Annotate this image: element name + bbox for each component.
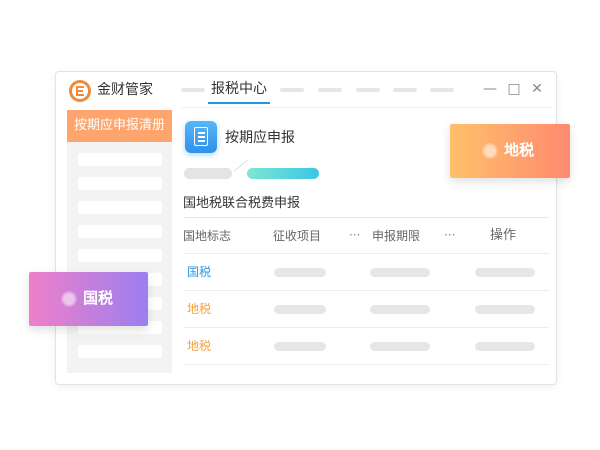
- column-header-item: 征收项目: [273, 229, 322, 243]
- table-title: 国地税联合税费申报: [183, 196, 301, 211]
- close-icon[interactable]: ✕: [528, 80, 546, 98]
- table-title-divider: [183, 217, 549, 218]
- row-tag: 国税: [187, 265, 212, 279]
- row-tag: 地税: [187, 339, 212, 353]
- app-logo-icon: [69, 80, 91, 102]
- sidebar: 按期应申报清册: [67, 110, 172, 373]
- local-tax-badge: 地税: [450, 124, 570, 178]
- section-title: 按期应申报: [225, 130, 295, 146]
- sidebar-item[interactable]: [78, 345, 162, 358]
- dot-icon: [63, 293, 75, 305]
- row-tag: 地税: [187, 302, 212, 316]
- column-header-more: ···: [349, 228, 361, 242]
- progress-indicator: [247, 168, 319, 179]
- sidebar-item-periodic-filing-list[interactable]: 按期应申报清册: [67, 110, 172, 142]
- sidebar-item[interactable]: [78, 225, 162, 238]
- tab-placeholder[interactable]: [430, 88, 454, 92]
- tab-placeholder[interactable]: [393, 88, 417, 92]
- step-connector: [233, 159, 249, 172]
- column-header-actions: 操作: [490, 228, 517, 243]
- tab-placeholder[interactable]: [181, 88, 205, 92]
- row-action-placeholder[interactable]: [475, 268, 535, 277]
- row-action-placeholder[interactable]: [475, 342, 535, 351]
- tab-tax-center[interactable]: 报税中心: [208, 78, 270, 104]
- sidebar-item[interactable]: [78, 249, 162, 262]
- row-divider: [183, 253, 549, 254]
- local-tax-label: 地税: [504, 141, 535, 159]
- row-item-placeholder: [274, 342, 326, 351]
- tab-placeholder[interactable]: [280, 88, 304, 92]
- maximize-icon[interactable]: □: [505, 80, 523, 98]
- column-header-deadline: 申报期限: [372, 229, 421, 243]
- national-tax-badge: 国税: [29, 272, 148, 326]
- app-window: 金财管家 报税中心 — □ ✕ 按期应申报清册 按期应申报 国地税联合税费申报 …: [55, 71, 557, 385]
- titlebar-divider: [181, 107, 551, 108]
- sidebar-item[interactable]: [78, 201, 162, 214]
- sidebar-item[interactable]: [78, 177, 162, 190]
- row-deadline-placeholder: [370, 342, 430, 351]
- row-item-placeholder: [274, 305, 326, 314]
- row-item-placeholder: [274, 268, 326, 277]
- column-header-more: ···: [444, 228, 456, 242]
- row-deadline-placeholder: [370, 305, 430, 314]
- row-divider: [183, 327, 549, 328]
- document-icon: [185, 121, 217, 153]
- tab-placeholder[interactable]: [318, 88, 342, 92]
- step-indicator: [184, 168, 232, 179]
- row-deadline-placeholder: [370, 268, 430, 277]
- tab-placeholder[interactable]: [356, 88, 380, 92]
- app-title: 金财管家: [97, 82, 153, 98]
- national-tax-label: 国税: [83, 289, 114, 307]
- row-action-placeholder[interactable]: [475, 305, 535, 314]
- row-divider: [183, 290, 549, 291]
- row-divider: [183, 364, 549, 365]
- minimize-icon[interactable]: —: [481, 80, 499, 98]
- dot-icon: [484, 145, 496, 157]
- column-header-tag: 国地标志: [183, 229, 232, 243]
- sidebar-item[interactable]: [78, 153, 162, 166]
